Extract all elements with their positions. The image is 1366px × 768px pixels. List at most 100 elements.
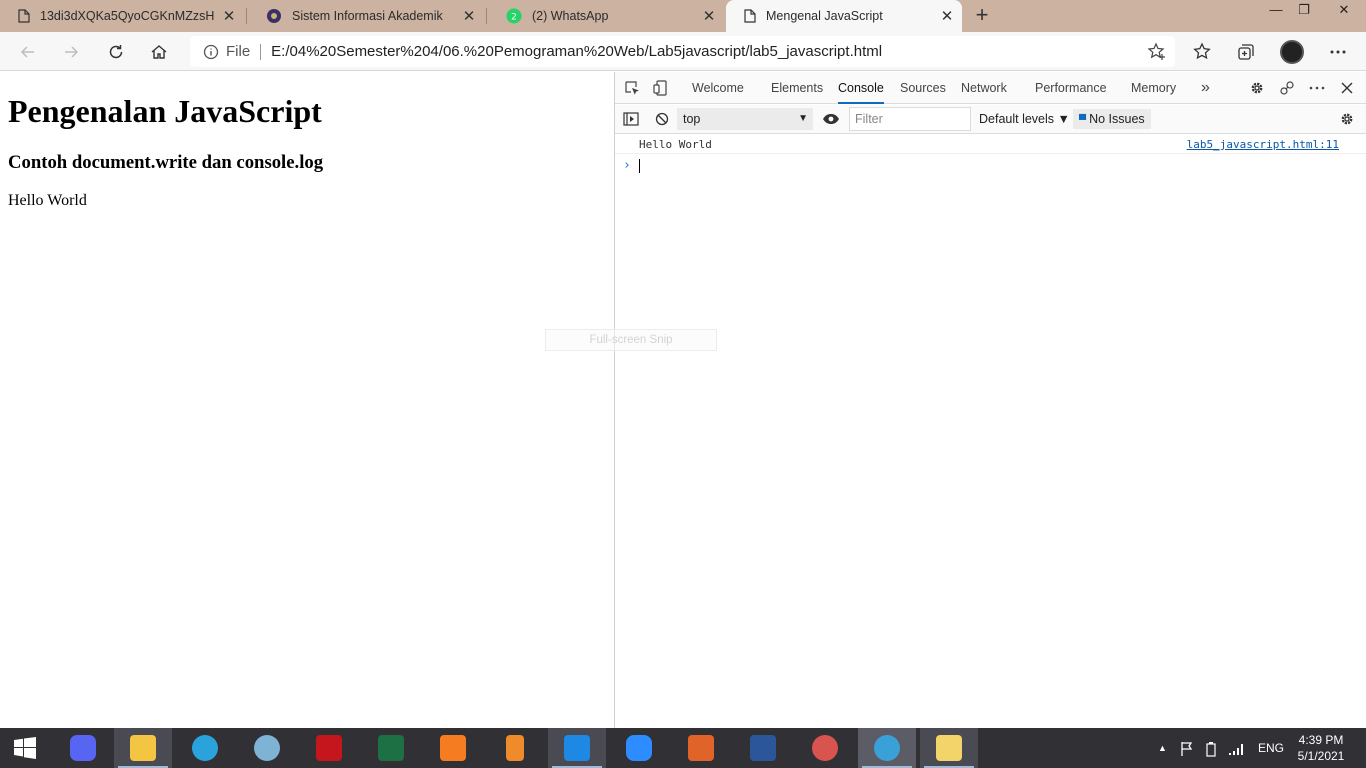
console-message: Hello World lab5_javascript.html:11 (615, 135, 1366, 154)
start-button[interactable] (0, 728, 50, 768)
tab-welcome[interactable]: Welcome (692, 72, 744, 104)
context-select[interactable]: top ▼ (677, 108, 813, 130)
taskbar-snipping-tool[interactable] (796, 728, 854, 768)
tab-divider (486, 8, 487, 24)
action-flag-icon[interactable] (1180, 728, 1194, 768)
inspect-element-icon[interactable] (622, 78, 642, 98)
taskbar-telegram[interactable] (176, 728, 234, 768)
collections-button[interactable] (1230, 36, 1262, 68)
close-tab-icon[interactable]: ✕ (932, 7, 962, 25)
zoom-icon (626, 735, 652, 761)
url-text[interactable]: E:/04%20Semester%204/06.%20Pemograman%20… (271, 43, 882, 60)
close-tab-icon[interactable]: ✕ (694, 7, 724, 25)
browser-tab-1[interactable]: 13di3dXQKa5QyoCGKnMZzsHur ✕ (0, 0, 244, 32)
issues-button[interactable]: ▀ No Issues (1073, 109, 1151, 129)
console-filter-input[interactable]: Filter (849, 107, 971, 131)
taskbar-discord[interactable] (54, 728, 112, 768)
page-viewport: Pengenalan JavaScript Contoh document.wr… (0, 72, 614, 728)
browser-tab-strip: 13di3dXQKa5QyoCGKnMZzsHur ✕ Sistem Infor… (0, 0, 1366, 32)
more-dots-icon (1330, 50, 1346, 54)
close-tab-icon[interactable]: ✕ (454, 7, 484, 25)
restore-button[interactable]: ❐ (1290, 0, 1318, 20)
tab-network[interactable]: Network (961, 72, 1007, 104)
device-emulation-icon[interactable] (651, 78, 671, 98)
tab-title: Sistem Informasi Akademik (292, 9, 443, 23)
taskbar-sublime-text[interactable] (486, 728, 544, 768)
tab-elements[interactable]: Elements (771, 72, 823, 104)
arrow-right-icon (65, 46, 79, 58)
console-toolbar: top ▼ Filter Default levels ▼ ▀ No Issues (615, 105, 1366, 134)
taskbar-edge[interactable] (858, 728, 916, 768)
browser-tab-active[interactable]: Mengenal JavaScript ✕ (726, 0, 962, 32)
browser-toolbar: File E:/04%20Semester%204/06.%20Pemogram… (0, 32, 1366, 71)
vscode-icon (564, 735, 590, 761)
tab-memory[interactable]: Memory (1131, 72, 1176, 104)
show-hidden-icons-chevron-icon[interactable]: ▲ (1158, 728, 1167, 768)
edge-browser-icon (874, 735, 900, 761)
taskbar-acrobat[interactable] (300, 728, 358, 768)
devtools-more-icon[interactable] (1307, 78, 1327, 98)
address-divider (260, 43, 262, 60)
document-icon (744, 9, 756, 23)
settings-menu-button[interactable] (1322, 36, 1354, 68)
tab-divider (246, 8, 247, 24)
console-source-link[interactable]: lab5_javascript.html:11 (1187, 135, 1339, 154)
taskbar-file-explorer[interactable] (114, 728, 172, 768)
clock-date: 5/1/2021 (1297, 749, 1345, 763)
console-input-caret[interactable] (639, 159, 640, 173)
taskbar-zoom[interactable] (610, 728, 668, 768)
paint-palette-icon (254, 735, 280, 761)
devtools-tab-bar: Welcome Elements Console Sources Network… (615, 72, 1366, 104)
page-subheading: Contoh document.write dan console.log (8, 152, 324, 173)
minimize-button[interactable]: — (1262, 0, 1290, 20)
word-icon (750, 735, 776, 761)
acrobat-icon (316, 735, 342, 761)
browser-tab-3[interactable]: 2 (2) WhatsApp ✕ (488, 0, 724, 32)
taskbar-word[interactable] (734, 728, 792, 768)
sublime-text-icon (506, 735, 524, 761)
home-button[interactable] (143, 36, 175, 68)
favorites-star-icon (1193, 42, 1211, 60)
svg-text:2: 2 (511, 13, 517, 23)
log-levels-dropdown[interactable]: Default levels ▼ (979, 108, 1070, 130)
close-devtools-icon[interactable] (1337, 78, 1357, 98)
show-sidebar-icon[interactable] (621, 109, 641, 129)
taskbar-sticky-notes[interactable] (920, 728, 978, 768)
profile-avatar[interactable] (1280, 40, 1304, 64)
address-bar[interactable]: File E:/04%20Semester%204/06.%20Pemogram… (190, 36, 1175, 67)
taskbar-excel[interactable] (362, 728, 420, 768)
console-settings-gear-icon[interactable] (1337, 109, 1357, 129)
snip-overlay-label: Full-screen Snip (545, 329, 717, 351)
refresh-button[interactable] (100, 36, 132, 68)
tab-console[interactable]: Console (838, 72, 884, 104)
system-clock[interactable]: 4:39 PM 5/1/2021 (1290, 732, 1352, 764)
tab-sources[interactable]: Sources (900, 72, 946, 104)
home-icon (151, 45, 167, 59)
taskbar-xampp[interactable] (424, 728, 482, 768)
back-button[interactable] (12, 36, 44, 68)
console-prompt-chevron-icon: › (623, 158, 631, 173)
close-window-button[interactable]: ✕ (1324, 0, 1364, 20)
clear-console-icon[interactable] (652, 109, 672, 129)
network-signal-icon[interactable] (1228, 728, 1244, 768)
scissors-icon (812, 735, 838, 761)
tab-performance[interactable]: Performance (1035, 72, 1107, 104)
connected-devices-icon[interactable] (1277, 78, 1297, 98)
forward-button[interactable] (55, 36, 87, 68)
new-tab-button[interactable]: + (968, 2, 996, 30)
close-tab-icon[interactable]: ✕ (214, 7, 244, 25)
info-icon[interactable] (200, 44, 222, 60)
settings-gear-icon[interactable] (1247, 78, 1267, 98)
refresh-icon (109, 45, 123, 59)
favorites-button[interactable] (1186, 36, 1218, 68)
tab-title: 13di3dXQKa5QyoCGKnMZzsHur (40, 9, 214, 23)
browser-tab-2[interactable]: Sistem Informasi Akademik ✕ (248, 0, 484, 32)
battery-icon[interactable] (1204, 728, 1218, 768)
input-language-indicator[interactable]: ENG (1258, 728, 1284, 768)
taskbar-vscode[interactable] (548, 728, 606, 768)
taskbar-matlab[interactable] (672, 728, 730, 768)
more-tabs-chevron-icon[interactable]: » (1201, 72, 1210, 104)
taskbar-paint[interactable] (238, 728, 296, 768)
add-favorite-icon[interactable] (1147, 42, 1167, 65)
live-expression-eye-icon[interactable] (821, 109, 841, 129)
